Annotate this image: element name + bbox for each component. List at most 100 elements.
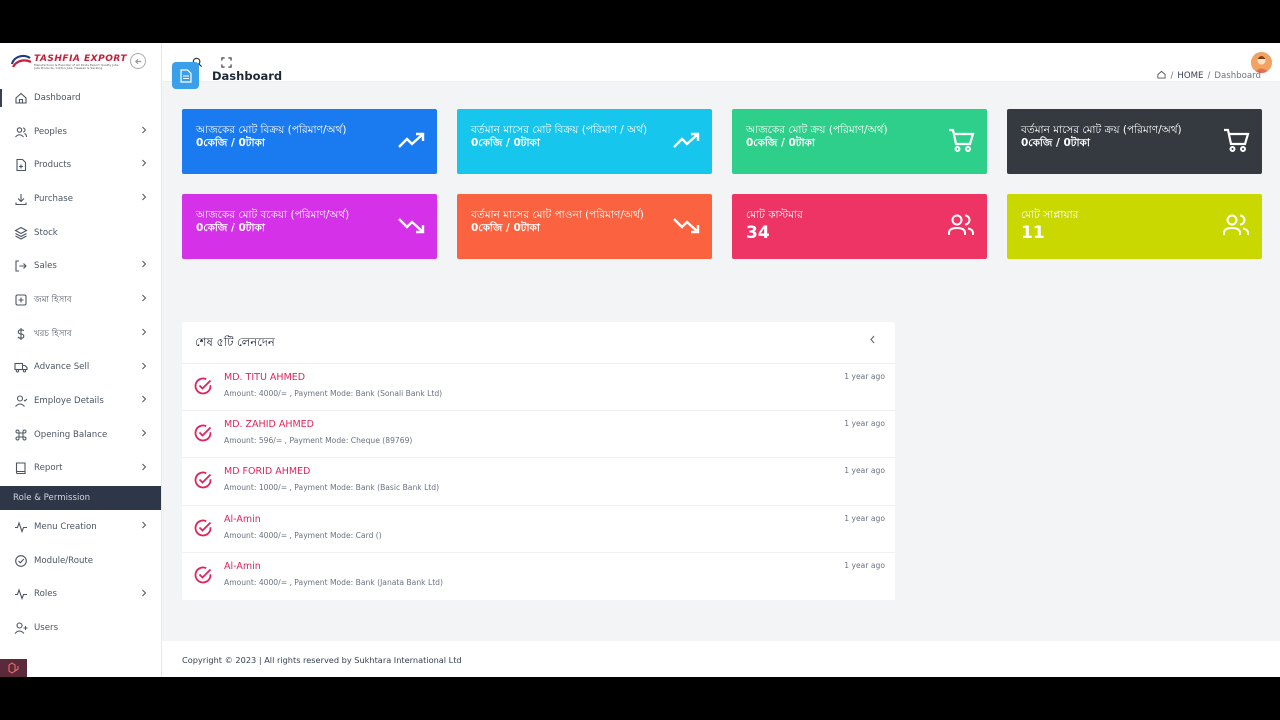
- sidebar-item-label: Report: [34, 463, 63, 474]
- check-circle-icon: [193, 565, 213, 585]
- sidebar-item-label: Roles: [34, 589, 57, 600]
- sidebar-item-label: Employe Details: [34, 396, 104, 407]
- sidebar-item-roles[interactable]: Roles: [0, 578, 161, 612]
- check-circle-icon: [193, 470, 213, 490]
- transaction-name[interactable]: Al-Amin: [224, 514, 261, 525]
- truck-icon: [14, 360, 28, 374]
- sidebar-item-label: খরচ হিসাব: [34, 328, 72, 339]
- transaction-row[interactable]: MD FORID AHMED Amount: 1000/= , Payment M…: [182, 458, 895, 506]
- sidebar-item-report[interactable]: Report: [0, 452, 161, 486]
- activity-icon: [14, 520, 28, 534]
- layers-icon: [14, 226, 28, 240]
- stat-card[interactable]: আজকের মোট বিক্রয় (পরিমাণ/অর্থ) 0কেজি / 0…: [182, 109, 437, 174]
- home-icon: [14, 91, 28, 105]
- user-plus-icon: [14, 621, 28, 635]
- chevron-right-icon: [141, 294, 147, 305]
- panel-header: শেষ ৫টি লেনদেন: [182, 322, 895, 364]
- transaction-name[interactable]: MD. TITU AHMED: [224, 372, 305, 383]
- check-circle-icon: [193, 423, 213, 443]
- stat-card[interactable]: আজকের মোট বকেয়া (পরিমাণ/অর্থ) 0কেজি / 0ট…: [182, 194, 437, 259]
- dollar-icon: [14, 327, 28, 341]
- logo-mark-icon: [10, 54, 32, 70]
- transaction-time: 1 year ago: [844, 419, 885, 429]
- transaction-name[interactable]: Al-Amin: [224, 561, 261, 572]
- stat-card[interactable]: মোট সাপ্লায়ার 11: [1007, 194, 1262, 259]
- plus-square-icon: [14, 293, 28, 307]
- sidebar-item-dashboard[interactable]: Dashboard: [0, 81, 161, 115]
- sidebar-item-opening-balance[interactable]: Opening Balance: [0, 418, 161, 452]
- breadcrumb-home-link[interactable]: HOME: [1177, 71, 1203, 81]
- footer: Copyright © 2023 | All rights reserved b…: [162, 641, 1280, 677]
- stat-card[interactable]: মোট কাস্টমার 34: [732, 194, 987, 259]
- sidebar-item-label: জমা হিসাব: [34, 294, 72, 305]
- sidebar-item-label: Users: [34, 623, 59, 634]
- sidebar-item-advance-sell[interactable]: Advance Sell: [0, 351, 161, 385]
- sidebar-item-module-route[interactable]: Module/Route: [0, 544, 161, 578]
- sidebar-item-sales[interactable]: Sales: [0, 249, 161, 283]
- arrow-left-icon: [134, 58, 141, 64]
- check-circle-icon: [193, 518, 213, 538]
- sidebar-item-label: Peoples: [34, 126, 68, 137]
- transaction-time: 1 year ago: [844, 513, 885, 523]
- chevron-right-icon: [141, 126, 147, 137]
- brand-tagline: Manufacturer & Exporter of All Kinds Exp…: [34, 63, 120, 70]
- transaction-time: 1 year ago: [844, 466, 885, 476]
- sidebar-item-stock[interactable]: Stock: [0, 216, 161, 250]
- laravel-icon[interactable]: [0, 659, 27, 677]
- transaction-detail: Amount: 4000/= , Payment Mode: Card (): [224, 530, 382, 540]
- sidebar-item-products[interactable]: Products: [0, 148, 161, 182]
- breadcrumb-separator: /: [1207, 71, 1211, 81]
- transaction-time: 1 year ago: [844, 560, 885, 570]
- sidebar-item-7[interactable]: খরচ হিসাব: [0, 317, 161, 351]
- sidebar-item-menu-creation[interactable]: Menu Creation: [0, 510, 161, 544]
- sidebar-item-label: Module/Route: [34, 555, 94, 566]
- transaction-row[interactable]: MD. ZAHID AHMED Amount: 596/= , Payment M…: [182, 411, 895, 459]
- chevron-right-icon: [141, 429, 147, 440]
- stat-card[interactable]: বর্তমান মাসের মোট পাওনা (পরিমাণ/অর্থ) 0কে…: [457, 194, 712, 259]
- sidebar-item-label: Sales: [34, 261, 57, 272]
- sidebar-item-6[interactable]: জমা হিসাব: [0, 283, 161, 317]
- transaction-detail: Amount: 4000/= , Payment Mode: Bank (Son…: [224, 389, 443, 398]
- sidebar-item-purchase[interactable]: Purchase: [0, 182, 161, 216]
- trending-up-icon: [672, 126, 700, 154]
- sidebar: TASHFIA EXPORT Manufacturer & Exporter o…: [0, 43, 162, 677]
- sidebar-collapse-button[interactable]: [130, 53, 146, 69]
- command-icon: [14, 428, 28, 442]
- sidebar-nav: Dashboard Peoples Products Purchase Stock Sal…: [0, 81, 161, 485]
- transaction-detail: Amount: 1000/= , Payment Mode: Bank (Bas…: [224, 483, 440, 493]
- recent-transactions-panel: শেষ ৫টি লেনদেন MD. TITU AHMED Amount: 400…: [182, 322, 895, 600]
- transaction-name[interactable]: MD FORID AHMED: [224, 466, 310, 477]
- breadcrumb-current: Dashboard: [1214, 71, 1261, 81]
- sidebar-item-label: Stock: [34, 227, 58, 238]
- transaction-name[interactable]: MD. ZAHID AHMED: [224, 419, 314, 430]
- check-circle-icon: [14, 554, 28, 568]
- transaction-row[interactable]: Al-Amin Amount: 4000/= , Payment Mode: Ba…: [182, 553, 895, 600]
- stat-card[interactable]: বর্তমান মাসের মোট ক্রয় (পরিমাণ/অর্থ) 0কে…: [1007, 109, 1262, 174]
- trending-up-icon: [397, 126, 425, 154]
- chevron-right-icon: [141, 521, 147, 532]
- brand-logo[interactable]: TASHFIA EXPORT Manufacturer & Exporter o…: [0, 43, 161, 81]
- users-icon: [1222, 211, 1250, 239]
- chevron-right-icon: [141, 159, 147, 170]
- trending-down-icon: [397, 211, 425, 239]
- breadcrumb-separator: /: [1170, 71, 1174, 81]
- sidebar-item-employe-details[interactable]: Employe Details: [0, 384, 161, 418]
- chevron-left-icon[interactable]: [869, 335, 876, 347]
- copyright-text: Copyright © 2023 | All rights reserved b…: [182, 655, 462, 665]
- sidebar-item-peoples[interactable]: Peoples: [0, 115, 161, 149]
- sidebar-item-label: Advance Sell: [34, 362, 90, 373]
- sidebar-item-users[interactable]: Users: [0, 611, 161, 645]
- chevron-right-icon: [141, 362, 147, 373]
- transaction-row[interactable]: Al-Amin Amount: 4000/= , Payment Mode: Ca…: [182, 506, 895, 553]
- home-icon[interactable]: [1157, 70, 1167, 82]
- sidebar-item-label: Menu Creation: [34, 522, 97, 533]
- stat-card[interactable]: বর্তমান মাসের মোট বিক্রয় (পরিমাণ / অর্থ…: [457, 109, 712, 174]
- chevron-right-icon: [141, 463, 147, 474]
- cart-icon: [947, 126, 975, 154]
- transaction-row[interactable]: MD. TITU AHMED Amount: 4000/= , Payment M…: [182, 364, 895, 412]
- users-icon: [14, 125, 28, 139]
- chevron-right-icon: [141, 589, 147, 600]
- sidebar-item-label: Purchase: [34, 193, 74, 204]
- transaction-time: 1 year ago: [844, 372, 885, 381]
- stat-card[interactable]: আজকের মোট ক্রয় (পরিমাণ/অর্থ) 0কেজি / 0টা…: [732, 109, 987, 174]
